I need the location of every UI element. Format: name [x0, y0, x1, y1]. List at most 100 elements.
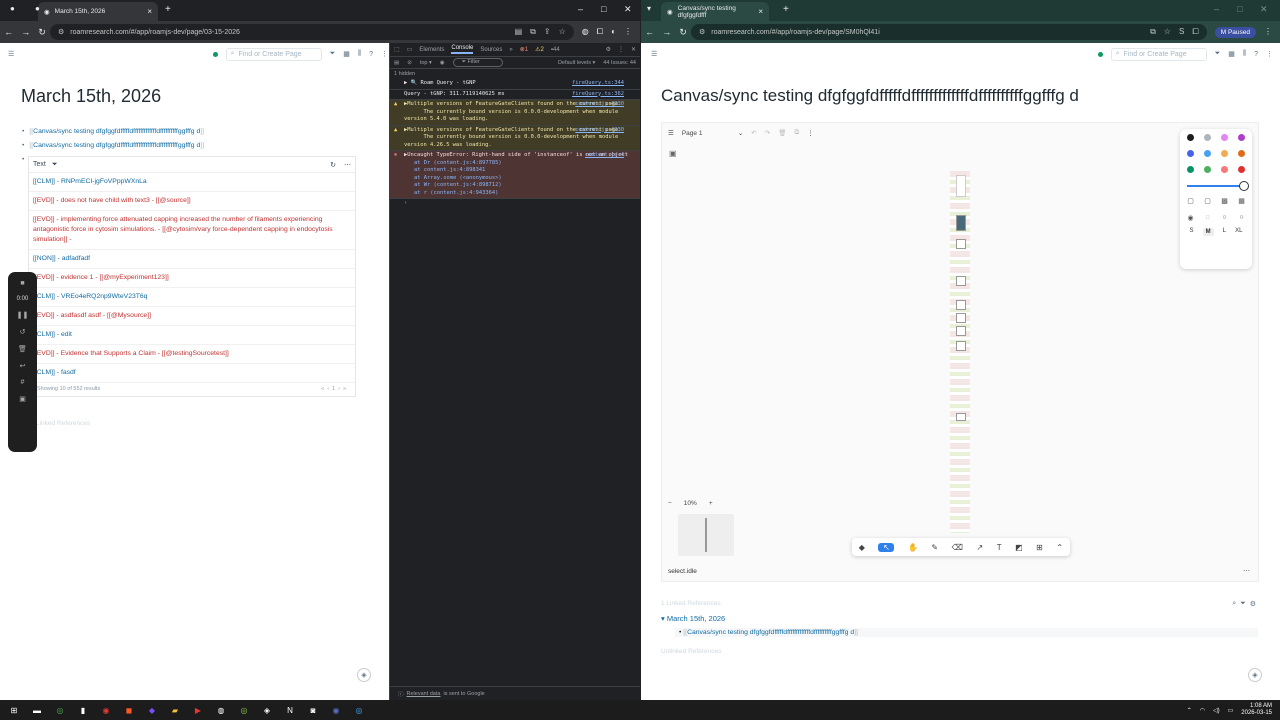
maximize-icon[interactable]: □	[1237, 4, 1242, 14]
bullet-item[interactable]: [[Canvas/sync testing dfgfggfdfffffdffff…	[22, 125, 204, 139]
app-red-icon[interactable]: ◉	[98, 702, 114, 718]
hand-tool-icon[interactable]: ✋	[908, 543, 918, 552]
column-filter-icon[interactable]: ⏷	[52, 161, 58, 169]
draw-icon[interactable]: ↩	[20, 362, 26, 370]
site-info-icon[interactable]: ⚙	[58, 28, 64, 36]
tray-chevron-icon[interactable]: ⌃	[1187, 707, 1192, 714]
ref-group-title[interactable]: ▾ March 15th, 2026	[661, 614, 725, 623]
reload-icon[interactable]: ↻	[679, 27, 687, 38]
color-swatch[interactable]	[1187, 150, 1194, 157]
stack-frame[interactable]: at Array.some (<anonymous>)	[414, 175, 636, 183]
help-chat-button[interactable]: ◈	[357, 668, 371, 682]
close-window-icon[interactable]: ✕	[1260, 4, 1268, 15]
source-link[interactable]: content.js:4330	[575, 101, 624, 109]
console-filter-input[interactable]: ⏷ Filter	[452, 58, 503, 67]
stack-frame[interactable]: at r (content.js:4:943364)	[414, 190, 636, 198]
color-swatch[interactable]	[1187, 134, 1194, 141]
close-window-icon[interactable]: ✕	[624, 4, 632, 15]
tab-elements[interactable]: Elements	[419, 47, 444, 53]
size-m[interactable]: M	[1202, 228, 1214, 236]
more-icon[interactable]: ⋮	[381, 50, 388, 58]
extension-icon[interactable]: ◍	[582, 27, 589, 37]
chrome-icon[interactable]: ◎	[52, 702, 68, 718]
device-icon[interactable]: ▭	[407, 46, 413, 53]
source-link[interactable]: fireQuery.ts:344	[572, 80, 624, 88]
battery-icon[interactable]: ▭	[1228, 707, 1234, 714]
new-tab-icon[interactable]: +	[165, 4, 171, 15]
source-link[interactable]: content.js:4330	[575, 127, 624, 135]
bookmark-star-icon[interactable]: ☆	[559, 27, 566, 37]
minimize-icon[interactable]: –	[578, 4, 583, 14]
wifi-icon[interactable]: ◠	[1200, 707, 1205, 714]
devtools-menu-icon[interactable]: ⋮	[618, 46, 624, 53]
color-swatch[interactable]	[1238, 150, 1245, 157]
file-explorer-icon[interactable]: ▰	[167, 702, 183, 718]
app-icon-3[interactable]: ◙	[305, 702, 321, 718]
install-icon[interactable]: ⧉	[1150, 27, 1156, 37]
arrow-tool-icon[interactable]: ↗	[976, 543, 983, 552]
close-tab-icon[interactable]: ×	[758, 7, 763, 16]
note-tool-icon[interactable]: ◩	[1015, 543, 1023, 552]
canvas-card-shape[interactable]	[956, 175, 966, 197]
query-row[interactable]: [[CLM]] - fasdf	[29, 364, 355, 383]
start-icon[interactable]: ⊞	[6, 702, 22, 718]
stack-frame[interactable]: at Dr (content.js:4:897785)	[414, 160, 636, 168]
color-swatch[interactable]	[1238, 166, 1245, 173]
canvas-node-shape[interactable]	[956, 413, 966, 421]
query-row[interactable]: [[CLM]] - VREo4eRQ2np9WteV23T6q	[29, 288, 355, 307]
chrome-dev-icon[interactable]: ◎	[351, 702, 367, 718]
right-linked-references-heading[interactable]: 1 Linked References	[661, 600, 721, 607]
undo-icon[interactable]: ↶	[751, 129, 756, 137]
devtools-close-icon[interactable]: ✕	[631, 46, 636, 53]
extensions-puzzle-icon[interactable]: ⧠	[597, 27, 603, 37]
share-icon[interactable]: ⇪	[544, 27, 551, 37]
query-row[interactable]: [[EVD]] - evidence 1 - [[@myExperiment12…	[29, 269, 355, 288]
more-tools-icon[interactable]: ⌃	[1056, 543, 1063, 552]
right-active-tab[interactable]: ◉ Canvas/sync testing dfgfggfdfff ×	[661, 2, 769, 21]
extension-s-icon[interactable]: S	[1179, 27, 1184, 37]
refs-filter-icon[interactable]: ⏷	[1240, 600, 1246, 608]
minimap[interactable]	[678, 514, 734, 556]
dash-dashed-icon[interactable]: ◌	[1205, 214, 1209, 222]
canvas-node-shape[interactable]	[956, 239, 966, 249]
sidebar-toggle-icon[interactable]: ☰	[8, 50, 14, 58]
volume-icon[interactable]: ◁)	[1213, 707, 1220, 714]
app-orange-icon[interactable]: ◼	[121, 702, 137, 718]
query-row[interactable]: [[CLM]] - edit	[29, 326, 355, 345]
source-link[interactable]: fireQuery.ts:362	[572, 91, 624, 99]
log-levels-select[interactable]: Default levels ▾	[558, 60, 595, 66]
canvas-node-shape[interactable]	[956, 326, 966, 336]
reload-icon[interactable]: ↻	[38, 27, 46, 38]
left-search-input[interactable]: ⌕ Find or Create Page	[225, 47, 322, 61]
calendar-icon[interactable]: ▦	[343, 50, 350, 58]
color-swatch[interactable]	[1221, 134, 1228, 141]
duplicate-icon[interactable]: ⧉	[794, 129, 799, 137]
pause-icon[interactable]: ❚❚	[17, 311, 29, 319]
paused-profile-button[interactable]: M Paused	[1214, 26, 1256, 38]
record-stop-icon[interactable]: ■	[20, 280, 24, 287]
forward-icon[interactable]: →	[21, 27, 30, 38]
minimize-icon[interactable]: –	[1214, 4, 1219, 14]
trash-icon[interactable]: 🗑	[778, 129, 786, 137]
site-info-icon[interactable]: ⚙	[699, 28, 705, 36]
page-dropdown-icon[interactable]: ⌄	[738, 129, 743, 137]
draw-tool-icon[interactable]: ✎	[931, 543, 938, 552]
issues-count-badge[interactable]: ▪44	[551, 47, 560, 53]
canvas-node-shape[interactable]	[956, 313, 966, 323]
canvas-panel-icon[interactable]: ▣	[669, 149, 677, 158]
inspect-icon[interactable]: ⬚	[394, 46, 400, 53]
tab-sources[interactable]: Sources	[480, 47, 502, 53]
media-icon[interactable]: ▶	[190, 702, 206, 718]
canvas-node-shape[interactable]	[956, 276, 966, 286]
console-log-line[interactable]: Query - tGNP: 311.7119140625 ms fireQuery…	[390, 90, 640, 100]
column-header-text[interactable]: Text	[33, 161, 46, 168]
frame-tool-icon[interactable]: ⊞	[1036, 543, 1043, 552]
color-swatch[interactable]	[1221, 166, 1228, 173]
more-tabs-icon[interactable]: »	[509, 47, 512, 53]
discord-icon[interactable]: ◉	[328, 702, 344, 718]
canvas-node-shape[interactable]	[956, 341, 966, 351]
bullet-item[interactable]: [[Canvas/sync testing dfgfggfdfffffdffff…	[22, 139, 204, 153]
dash-solid-icon[interactable]: ○	[1239, 214, 1243, 222]
console-error-line[interactable]: ⊗ ▶Uncaught TypeError: Right-hand side of…	[390, 151, 640, 199]
bookmark-star-icon[interactable]: ☆	[1164, 27, 1171, 37]
